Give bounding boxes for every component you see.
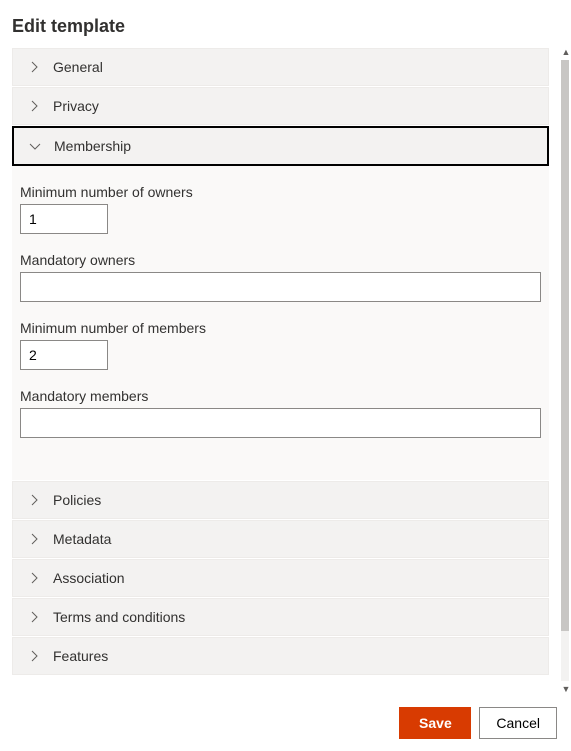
accordion-label-metadata: Metadata — [53, 531, 111, 547]
scroll-up-icon[interactable]: ▲ — [561, 48, 571, 56]
page-title: Edit template — [0, 0, 571, 49]
input-min-owners[interactable] — [20, 204, 108, 234]
label-mandatory-members: Mandatory members — [20, 388, 541, 404]
accordion-membership: Membership Minimum number of owners Mand… — [12, 126, 549, 480]
chevron-right-icon — [27, 610, 41, 624]
accordion-label-features: Features — [53, 648, 108, 664]
cancel-button[interactable]: Cancel — [479, 707, 557, 739]
accordion-header-privacy[interactable]: Privacy — [12, 87, 549, 125]
accordion-policies: Policies — [12, 481, 549, 519]
footer: Save Cancel — [0, 695, 571, 751]
accordion-label-privacy: Privacy — [53, 98, 99, 114]
scrollbar-track[interactable] — [561, 60, 569, 681]
field-mandatory-members: Mandatory members — [20, 388, 541, 438]
label-min-members: Minimum number of members — [20, 320, 541, 336]
chevron-right-icon — [27, 493, 41, 507]
scrollbar[interactable]: ▲ ▼ — [561, 48, 571, 693]
field-min-owners: Minimum number of owners — [20, 184, 541, 234]
accordion-header-policies[interactable]: Policies — [12, 481, 549, 519]
chevron-right-icon — [27, 571, 41, 585]
accordion-header-metadata[interactable]: Metadata — [12, 520, 549, 558]
accordion-label-terms: Terms and conditions — [53, 609, 185, 625]
chevron-down-icon — [28, 139, 42, 153]
chevron-right-icon — [27, 532, 41, 546]
accordion-header-terms[interactable]: Terms and conditions — [12, 598, 549, 636]
chevron-right-icon — [27, 649, 41, 663]
field-min-members: Minimum number of members — [20, 320, 541, 370]
accordion-label-association: Association — [53, 570, 125, 586]
accordion-header-features[interactable]: Features — [12, 637, 549, 675]
accordion-header-association[interactable]: Association — [12, 559, 549, 597]
accordion-header-membership[interactable]: Membership — [12, 126, 549, 166]
save-button[interactable]: Save — [399, 707, 471, 739]
accordion-body-membership: Minimum number of owners Mandatory owner… — [12, 166, 549, 480]
label-min-owners: Minimum number of owners — [20, 184, 541, 200]
accordion-general: General — [12, 48, 549, 86]
input-min-members[interactable] — [20, 340, 108, 370]
accordion-terms: Terms and conditions — [12, 598, 549, 636]
accordion-label-general: General — [53, 59, 103, 75]
accordion-features: Features — [12, 637, 549, 675]
scroll-down-icon[interactable]: ▼ — [561, 685, 571, 693]
chevron-right-icon — [27, 99, 41, 113]
accordion-panels: General Privacy Membership Minimum numbe… — [0, 48, 561, 693]
field-mandatory-owners: Mandatory owners — [20, 252, 541, 302]
accordion-header-general[interactable]: General — [12, 48, 549, 86]
accordion-label-membership: Membership — [54, 138, 131, 154]
scrollbar-thumb[interactable] — [561, 60, 569, 631]
scroll-area: General Privacy Membership Minimum numbe… — [0, 48, 571, 693]
input-mandatory-members[interactable] — [20, 408, 541, 438]
input-mandatory-owners[interactable] — [20, 272, 541, 302]
accordion-metadata: Metadata — [12, 520, 549, 558]
label-mandatory-owners: Mandatory owners — [20, 252, 541, 268]
accordion-label-policies: Policies — [53, 492, 101, 508]
chevron-right-icon — [27, 60, 41, 74]
accordion-privacy: Privacy — [12, 87, 549, 125]
accordion-association: Association — [12, 559, 549, 597]
